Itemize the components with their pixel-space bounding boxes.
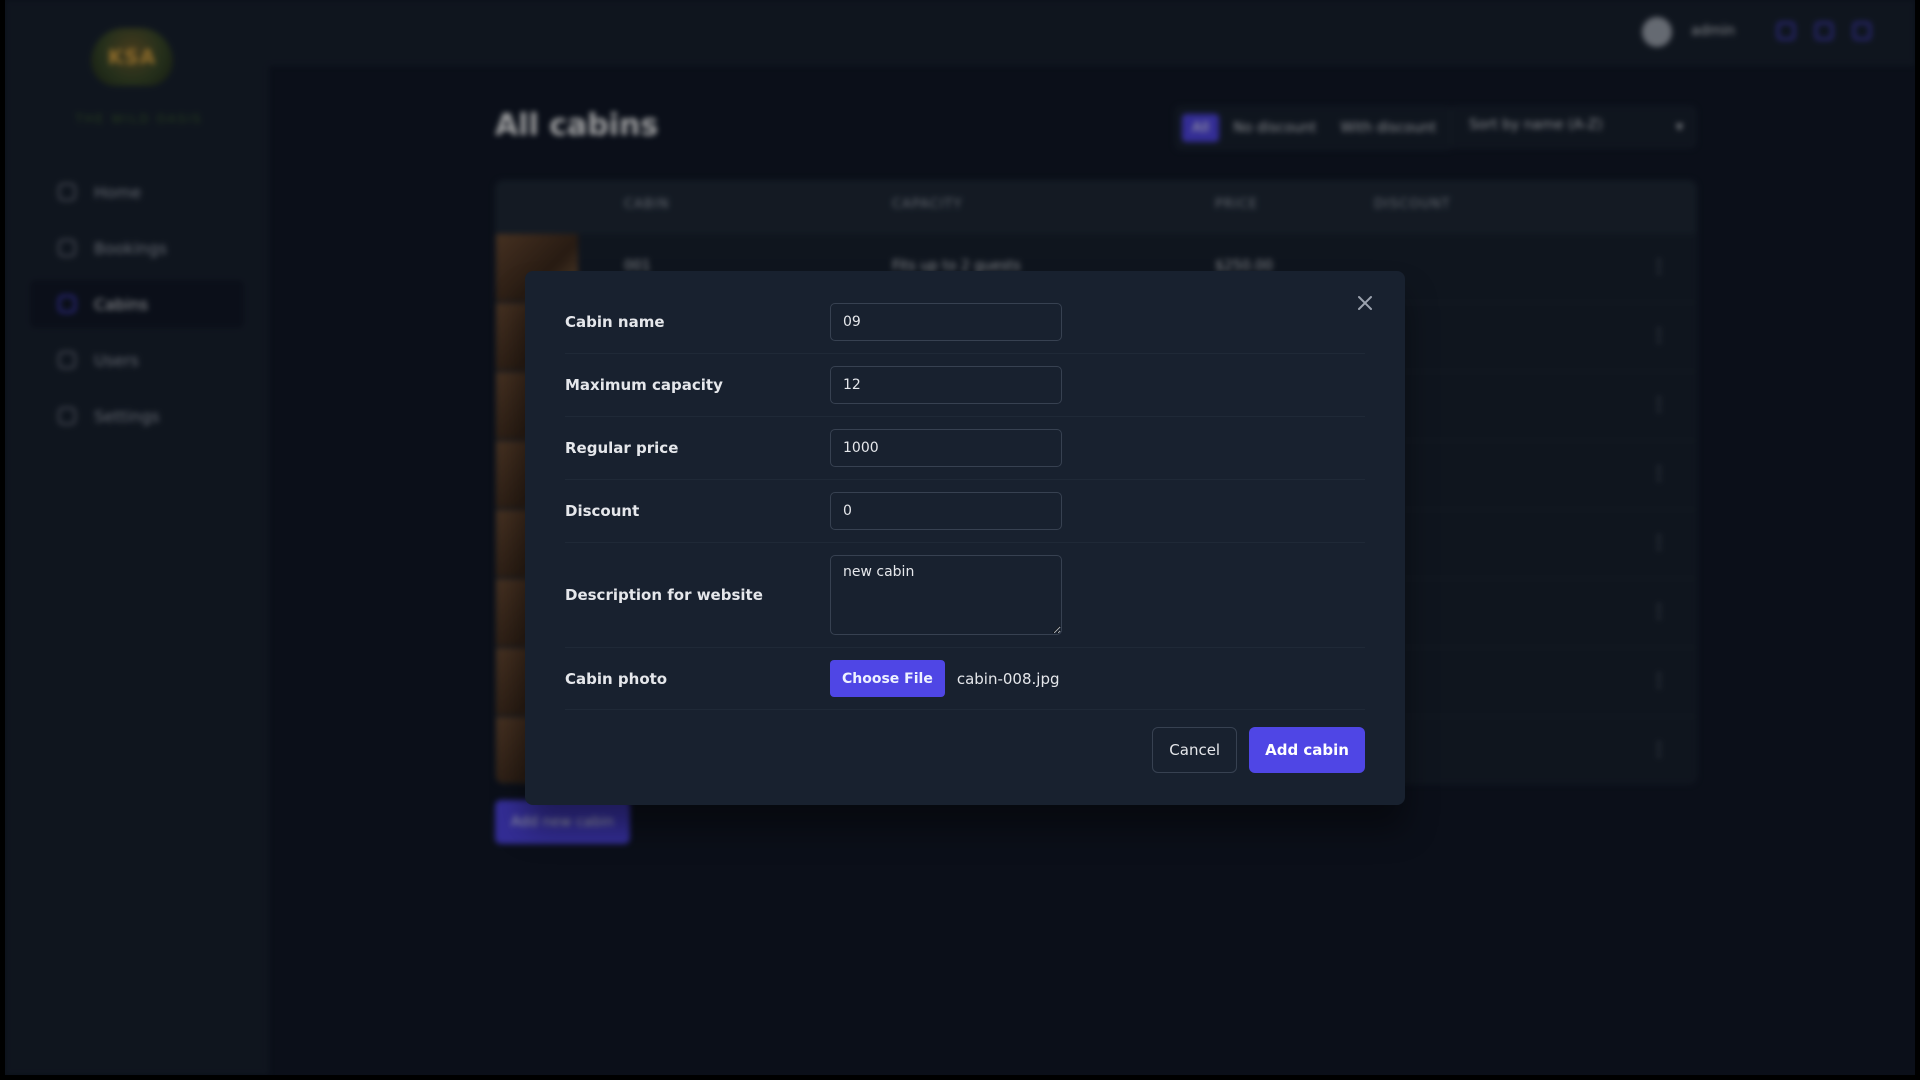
file-input: Choose File cabin-008.jpg xyxy=(830,660,1064,697)
choose-file-button[interactable]: Choose File xyxy=(830,660,945,697)
close-icon xyxy=(1358,296,1372,310)
cabin-name-label: Cabin name xyxy=(565,313,665,331)
regular-price-label: Regular price xyxy=(565,439,679,457)
form-row-max-capacity: Maximum capacity xyxy=(565,366,1365,417)
description-label: Description for website xyxy=(565,586,763,604)
discount-label: Discount xyxy=(565,502,640,520)
form-row-discount: Discount xyxy=(565,492,1365,543)
discount-input[interactable] xyxy=(830,492,1062,530)
max-capacity-input[interactable] xyxy=(830,366,1062,404)
form-row-regular-price: Regular price xyxy=(565,429,1365,480)
regular-price-input[interactable] xyxy=(830,429,1062,467)
add-cabin-button[interactable]: Add cabin xyxy=(1249,727,1365,773)
form-row-cabin-photo: Cabin photo Choose File cabin-008.jpg xyxy=(565,660,1365,710)
create-cabin-modal: Cabin name Maximum capacity Regular pric… xyxy=(525,271,1405,805)
close-button[interactable] xyxy=(1351,289,1379,317)
form-row-cabin-name: Cabin name xyxy=(565,303,1365,354)
cabin-photo-label: Cabin photo xyxy=(565,669,668,688)
cancel-button[interactable]: Cancel xyxy=(1152,727,1238,773)
app-window: KSA THE WILD OASIS Home Bookings Cabins xyxy=(5,0,1915,1075)
form-row-description: Description for website new cabin xyxy=(565,555,1365,648)
cabin-name-input[interactable] xyxy=(830,303,1062,341)
description-textarea[interactable]: new cabin xyxy=(830,555,1062,635)
max-capacity-label: Maximum capacity xyxy=(565,376,723,394)
file-name: cabin-008.jpg xyxy=(956,669,1060,688)
modal-actions: Cancel Add cabin xyxy=(1152,727,1365,773)
